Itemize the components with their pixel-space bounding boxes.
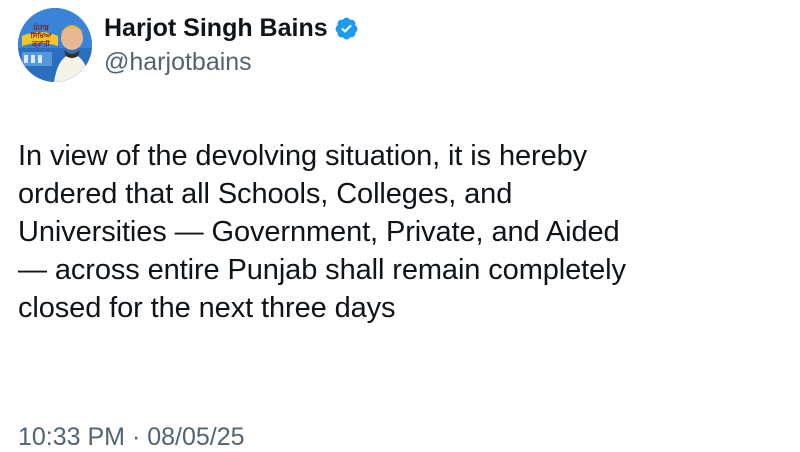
- name-row: Harjot Singh Bains: [104, 13, 359, 43]
- verified-badge-icon: [334, 16, 359, 41]
- author-info: Harjot Singh Bains @harjotbains: [104, 13, 359, 77]
- avatar-caption: ਪੰਜਾਬ ਸਿੱਖਿਆ ਕ੍ਰਾਂਤੀ: [30, 24, 52, 48]
- tweet-time: 10:33 PM: [18, 423, 126, 451]
- display-name[interactable]: Harjot Singh Bains: [104, 13, 328, 43]
- tweet-header: ਪੰਜਾਬ ਸਿੱਖਿਆ ਕ੍ਰਾਂਤੀ Harjot Singh Bains …: [18, 8, 359, 82]
- tweet-date: 08/05/25: [147, 423, 245, 451]
- tweet-timestamp[interactable]: 10:33 PM · 08/05/25: [18, 422, 245, 452]
- handle[interactable]: @harjotbains: [104, 47, 359, 77]
- avatar[interactable]: ਪੰਜਾਬ ਸਿੱਖਿਆ ਕ੍ਰਾਂਤੀ: [18, 8, 92, 82]
- meta-separator: ·: [131, 423, 141, 451]
- tweet-text: In view of the devolving situation, it i…: [18, 140, 626, 324]
